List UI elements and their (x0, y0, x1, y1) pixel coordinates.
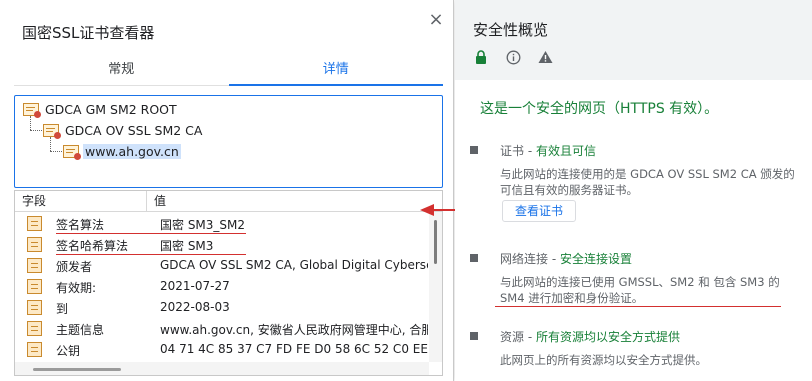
fields-header: 字段 值 (15, 191, 442, 212)
close-icon[interactable]: × (426, 10, 446, 30)
panel-header: 安全性概览 (455, 0, 812, 80)
warning-icon[interactable] (537, 49, 553, 65)
field-value: www.ah.gov.cn, 安徽省人民政府网管理中心, 合肥 (160, 323, 428, 337)
section-description: 此网页上的所有资源均以安全方式提供。 (500, 353, 707, 367)
field-name: 主题信息 (56, 323, 105, 337)
field-value: 2021-07-27 (160, 279, 230, 293)
field-name: 签名哈希算法 (56, 239, 129, 253)
section-title-prefix: 证书 - (500, 144, 536, 158)
section-description: 与此网站的连接已使用 GMSSL、SM2 和 包含 SM3 的 SM4 进行加密… (500, 275, 780, 305)
table-row[interactable]: 到 2022-08-03 (15, 297, 429, 318)
field-value: 04 71 4C 85 37 C7 FD FE D0 58 6C 52 C0 E… (160, 342, 428, 356)
section-status: 安全连接设置 (559, 252, 632, 266)
section-status: 有效且可信 (535, 144, 596, 158)
scrollbar-thumb[interactable] (434, 220, 437, 264)
scrollbar-thumb[interactable] (33, 368, 121, 371)
field-name: 到 (56, 302, 69, 316)
certificate-viewer-dialog: 国密SSL证书查看器 × 常规 详情 GDCA GM SM2 ROOT GDCA… (0, 0, 454, 381)
tab-general[interactable]: 常规 (14, 60, 229, 85)
section-bullet (470, 254, 478, 262)
section-status: 所有资源均以安全方式提供 (535, 330, 680, 344)
horizontal-scrollbar[interactable] (15, 362, 429, 375)
chain-item-leaf[interactable]: www.ah.gov.cn (63, 141, 181, 161)
field-value: 国密 SM3_SM2 (160, 218, 246, 232)
field-icon (27, 342, 42, 357)
certificate-chain-tree[interactable]: GDCA GM SM2 ROOT GDCA OV SSL SM2 CA www.… (14, 95, 443, 188)
table-row[interactable]: 有效期: 2021-07-27 (15, 276, 429, 297)
field-name: 有效期: (56, 281, 97, 295)
vertical-scrollbar[interactable] (429, 212, 442, 362)
security-overview-panel: 安全性概览 这是一个安全的网页（HTTPS 有效）。 证书 - 有效且可信 与此… (455, 0, 812, 381)
certificate-icon (43, 123, 61, 139)
certificate-icon (23, 102, 41, 118)
section-title-prefix: 网络连接 - (500, 252, 560, 266)
connection-section: 网络连接 - 安全连接设置 与此网站的连接已使用 GMSSL、SM2 和 包含 … (470, 250, 800, 310)
tab-bar: 常规 详情 (14, 60, 443, 86)
chain-item-label: GDCA GM SM2 ROOT (45, 101, 177, 117)
column-header-value[interactable]: 值 (147, 191, 166, 211)
column-header-field[interactable]: 字段 (15, 191, 147, 211)
field-icon (27, 300, 42, 315)
annotation-underline (56, 233, 246, 234)
chain-item-root[interactable]: GDCA GM SM2 ROOT (23, 99, 179, 119)
field-value: 2022-08-03 (160, 300, 230, 314)
annotation-underline (56, 254, 246, 255)
field-icon (27, 279, 42, 294)
chain-item-intermediate[interactable]: GDCA OV SSL SM2 CA (43, 120, 204, 140)
view-certificate-button[interactable]: 查看证书 (502, 200, 576, 222)
certificate-icon (63, 144, 81, 160)
field-name: 签名算法 (56, 218, 105, 232)
chain-item-label: www.ah.gov.cn (83, 143, 181, 159)
info-icon[interactable] (505, 49, 521, 65)
section-description: 与此网站的连接使用的是 GDCA OV SSL SM2 CA 颁发的可信且有效的… (500, 167, 795, 197)
section-bullet (470, 146, 478, 154)
table-row[interactable]: 签名算法 国密 SM3_SM2 (15, 213, 429, 234)
table-row[interactable]: 签名哈希算法 国密 SM3 (15, 234, 429, 255)
field-icon (27, 321, 42, 336)
dialog-title: 国密SSL证书查看器 (22, 24, 155, 42)
field-value: GDCA OV SSL SM2 CA, Global Digital Cyber… (160, 258, 428, 272)
field-name: 公钥 (56, 344, 81, 358)
chain-item-label: GDCA OV SSL SM2 CA (65, 122, 203, 138)
field-name: 颁发者 (56, 260, 93, 274)
annotation-underline (495, 306, 781, 307)
lock-icon[interactable] (473, 49, 489, 65)
panel-title: 安全性概览 (473, 21, 549, 39)
field-icon (27, 216, 42, 231)
field-icon (27, 237, 42, 252)
table-row[interactable]: 公钥 04 71 4C 85 37 C7 FD FE D0 58 6C 52 C… (15, 339, 429, 360)
security-summary: 这是一个安全的网页（HTTPS 有效）。 (480, 101, 719, 117)
section-title: 证书 - 有效且可信 (500, 142, 596, 159)
table-row[interactable]: 主题信息 www.ah.gov.cn, 安徽省人民政府网管理中心, 合肥 (15, 318, 429, 339)
section-title-prefix: 资源 - (500, 330, 536, 344)
field-icon (27, 258, 42, 273)
table-row[interactable]: 颁发者 GDCA OV SSL SM2 CA, Global Digital C… (15, 255, 429, 276)
resources-section: 资源 - 所有资源均以安全方式提供 此网页上的所有资源均以安全方式提供。 (470, 328, 800, 373)
section-title: 网络连接 - 安全连接设置 (500, 250, 632, 267)
certificate-fields-table: 字段 值 签名算法 国密 SM3_SM2 签名哈希算法 国密 SM3 颁发者 G… (14, 190, 443, 376)
field-value: 国密 SM3 (160, 239, 214, 253)
tab-details[interactable]: 详情 (228, 60, 444, 86)
section-bullet (470, 332, 478, 340)
panel-icon-bar (473, 49, 553, 65)
section-title: 资源 - 所有资源均以安全方式提供 (500, 328, 680, 345)
